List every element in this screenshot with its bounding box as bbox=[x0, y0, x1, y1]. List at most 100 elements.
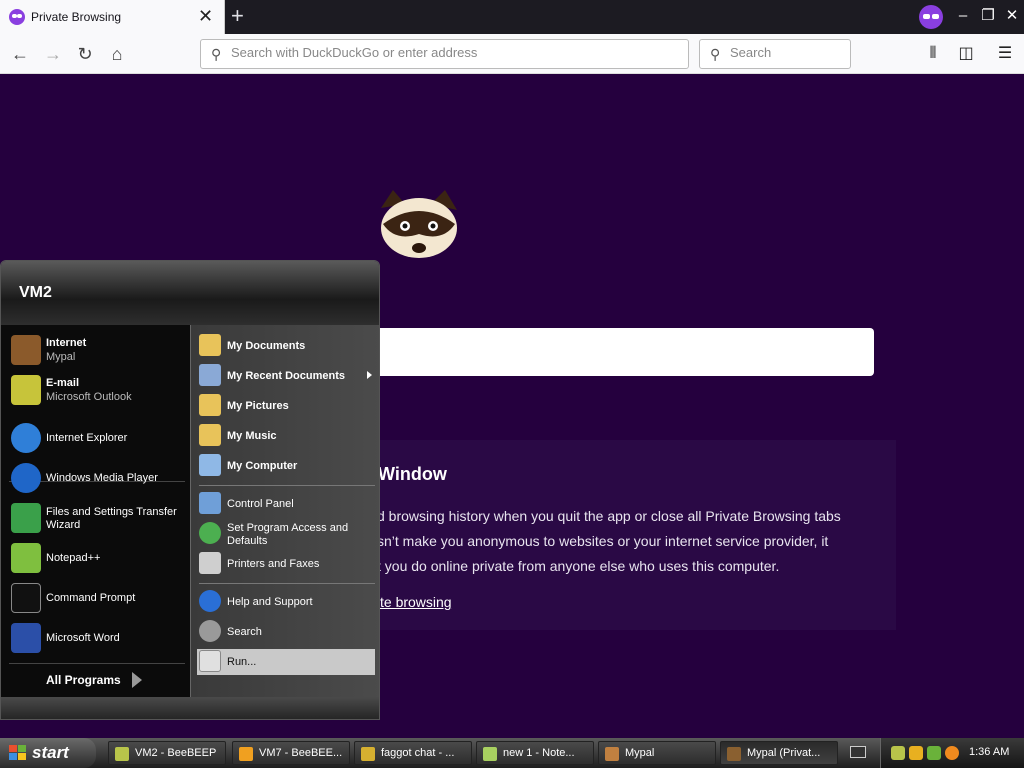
address-bar[interactable]: ⚲ bbox=[200, 39, 689, 69]
restore-button[interactable]: ❐ bbox=[978, 5, 998, 27]
recent-microsoft-word[interactable]: Microsoft Word bbox=[9, 621, 185, 657]
item-sublabel: Microsoft Outlook bbox=[46, 391, 132, 403]
item-label: My Music bbox=[227, 430, 277, 442]
recent-command-prompt[interactable]: Command Prompt bbox=[9, 581, 185, 617]
setting-program-access[interactable]: Set Program Access and Defaults bbox=[197, 521, 375, 547]
start-menu-footer bbox=[1, 697, 379, 719]
windows-logo-icon bbox=[9, 745, 27, 761]
taskbar-button-notepad[interactable]: new 1 - Note... bbox=[476, 741, 594, 765]
info-text-line: sn’t make you anonymous to websites or y… bbox=[377, 533, 829, 549]
all-programs-button[interactable]: All Programs bbox=[46, 673, 121, 687]
item-label: Internet bbox=[46, 337, 87, 349]
security-shield-icon[interactable] bbox=[909, 746, 923, 760]
minimize-button[interactable]: ‒ bbox=[953, 5, 973, 27]
tab-close-button[interactable]: ✕ bbox=[198, 6, 213, 26]
item-label: E-mail bbox=[46, 377, 80, 389]
transfer-wizard-icon bbox=[11, 503, 41, 533]
recent-notepad-plus-plus[interactable]: Notepad++ bbox=[9, 541, 185, 577]
item-label: Printers and Faxes bbox=[227, 558, 320, 570]
pinned-email[interactable]: E-mail Microsoft Outlook bbox=[9, 373, 185, 409]
item-label: My Recent Documents bbox=[227, 370, 345, 382]
word-icon bbox=[11, 623, 41, 653]
item-label: Internet Explorer bbox=[46, 432, 128, 444]
command-prompt-icon bbox=[11, 583, 41, 613]
system-tray: 1:36 AM bbox=[880, 738, 1024, 768]
search-tray-icon[interactable] bbox=[945, 746, 959, 760]
my-documents-icon bbox=[199, 334, 221, 356]
taskbar-label: faggot chat - ... bbox=[381, 747, 455, 759]
reload-button[interactable]: ↻ bbox=[72, 42, 98, 66]
clock: 1:36 AM bbox=[969, 746, 1010, 758]
search-bar[interactable]: ⚲ bbox=[699, 39, 851, 69]
raccoon-logo-icon bbox=[381, 190, 457, 258]
navigation-toolbar: ← → ↻ ⌂ ⚲ ⚲ ⫴ ◫ ☰ bbox=[0, 34, 1024, 74]
taskbar-button-vm2-beebeep[interactable]: VM2 - BeeBEEP bbox=[108, 741, 226, 765]
home-button[interactable]: ⌂ bbox=[104, 42, 130, 66]
my-pictures-icon bbox=[199, 394, 221, 416]
search-input[interactable] bbox=[730, 45, 840, 60]
item-label: Windows Media Player bbox=[46, 472, 158, 484]
close-window-button[interactable]: ✕ bbox=[1002, 5, 1022, 27]
address-input[interactable] bbox=[231, 45, 671, 60]
media-player-icon bbox=[11, 463, 41, 493]
forward-button[interactable]: → bbox=[40, 42, 66, 66]
pinned-internet[interactable]: Internet Mypal bbox=[9, 333, 185, 369]
recent-windows-media-player[interactable]: Windows Media Player bbox=[9, 461, 185, 497]
place-my-documents[interactable]: My Documents bbox=[197, 333, 375, 359]
item-label: Set Program Access and Defaults bbox=[227, 522, 349, 547]
start-menu-places: My Documents My Recent Documents My Pict… bbox=[190, 325, 379, 697]
search-icon: ⚲ bbox=[211, 46, 222, 62]
help-and-support[interactable]: Help and Support bbox=[197, 589, 375, 615]
keyboard-language-icon[interactable] bbox=[850, 746, 866, 758]
taskbar-button-mypal-private[interactable]: Mypal (Privat... bbox=[720, 741, 838, 765]
start-menu-header: VM2 bbox=[1, 261, 379, 325]
place-my-pictures[interactable]: My Pictures bbox=[197, 393, 375, 419]
learn-more-link[interactable]: te browsing bbox=[380, 594, 452, 610]
run-item[interactable]: Run... bbox=[197, 649, 375, 675]
tab-title: Private Browsing bbox=[31, 10, 122, 24]
recent-internet-explorer[interactable]: Internet Explorer bbox=[9, 421, 185, 457]
my-computer-icon bbox=[199, 454, 221, 476]
setting-control-panel[interactable]: Control Panel bbox=[197, 491, 375, 517]
place-my-computer[interactable]: My Computer bbox=[197, 453, 375, 479]
info-text-line: t you do online private from anyone else… bbox=[377, 558, 780, 574]
taskbar: start VM2 - BeeBEEP VM7 - BeeBEE... fagg… bbox=[0, 738, 1024, 768]
taskbar-label: new 1 - Note... bbox=[503, 747, 575, 759]
item-label: My Computer bbox=[227, 460, 298, 472]
network-icon[interactable] bbox=[927, 746, 941, 760]
menu-icon[interactable]: ☰ bbox=[994, 43, 1016, 65]
item-label: Command Prompt bbox=[46, 592, 136, 604]
internet-explorer-icon bbox=[11, 423, 41, 453]
item-sublabel: Mypal bbox=[46, 351, 76, 363]
place-my-music[interactable]: My Music bbox=[197, 423, 375, 449]
recent-transfer-wizard[interactable]: Files and Settings Transfer Wizard bbox=[9, 501, 185, 537]
start-button[interactable]: start bbox=[0, 738, 96, 768]
tab-private-browsing[interactable]: Private Browsing ✕ bbox=[0, 0, 225, 34]
recent-documents-icon bbox=[199, 364, 221, 386]
taskbar-button-vm7-beebeep[interactable]: VM7 - BeeBEE... bbox=[232, 741, 350, 765]
divider bbox=[199, 583, 375, 584]
private-search-box[interactable] bbox=[360, 328, 874, 376]
beebeep-tray-icon[interactable] bbox=[891, 746, 905, 760]
setting-printers-faxes[interactable]: Printers and Faxes bbox=[197, 551, 375, 577]
item-label: Files and Settings Transfer Wizard bbox=[46, 506, 177, 531]
tab-bar: Private Browsing ✕ + ‒ ❐ ✕ bbox=[0, 0, 1024, 34]
item-label: Microsoft Word bbox=[46, 632, 120, 644]
back-button[interactable]: ← bbox=[7, 42, 33, 66]
taskbar-button-chat[interactable]: faggot chat - ... bbox=[354, 741, 472, 765]
place-my-recent-documents[interactable]: My Recent Documents bbox=[197, 363, 375, 389]
start-menu-programs: Internet Mypal E-mail Microsoft Outlook … bbox=[1, 325, 190, 697]
item-label: Help and Support bbox=[227, 596, 313, 608]
raccoon-icon bbox=[11, 335, 41, 365]
sidebar-icon[interactable]: ◫ bbox=[955, 43, 977, 65]
taskbar-label: Mypal (Privat... bbox=[747, 747, 821, 759]
item-label: Control Panel bbox=[227, 498, 294, 510]
start-menu: VM2 Internet Mypal E-mail Microsoft Outl… bbox=[0, 260, 380, 720]
new-tab-button[interactable]: + bbox=[231, 3, 244, 29]
search-item[interactable]: Search bbox=[197, 619, 375, 645]
taskbar-button-mypal[interactable]: Mypal bbox=[598, 741, 716, 765]
library-icon[interactable]: ⫴ bbox=[922, 43, 944, 65]
vmware-icon bbox=[239, 747, 253, 761]
divider bbox=[199, 485, 375, 486]
help-icon bbox=[199, 590, 221, 612]
